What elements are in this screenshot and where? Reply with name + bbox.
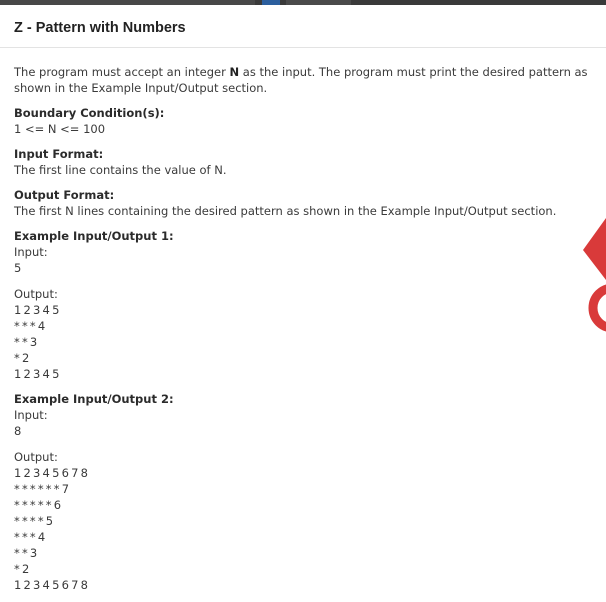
example-1-input-value: 5 bbox=[14, 261, 23, 275]
example-2-output-label: Output: bbox=[14, 450, 58, 464]
logo-circle-shape bbox=[588, 284, 606, 332]
example-1-input-label: Input: bbox=[14, 245, 48, 259]
boundary-condition-text: 1 <= N <= 100 bbox=[14, 122, 106, 136]
logo-diamond-shape bbox=[583, 218, 606, 280]
description-part-1: The program must accept an integer bbox=[14, 65, 230, 79]
boundary-condition-section: Boundary Condition(s): 1 <= N <= 100 bbox=[14, 105, 604, 137]
output-line: ******7 bbox=[14, 482, 72, 496]
output-format-section: Output Format: The first N lines contain… bbox=[14, 187, 604, 219]
output-line: 12345 bbox=[14, 303, 62, 317]
output-line: *2 bbox=[14, 562, 32, 576]
example-1-output-label: Output: bbox=[14, 287, 58, 301]
output-line: 12345 bbox=[14, 367, 62, 381]
output-line: ***4 bbox=[14, 530, 48, 544]
brand-logo-icon bbox=[583, 218, 606, 332]
example-2-output: 12345678 ******7 *****6 ****5 ***4 **3 *… bbox=[14, 465, 604, 593]
example-2-input-label: Input: bbox=[14, 408, 48, 422]
example-2-heading: Example Input/Output 2: bbox=[14, 392, 174, 406]
example-1-output: 12345 ***4 **3 *2 12345 bbox=[14, 302, 604, 382]
output-line: **3 bbox=[14, 335, 40, 349]
example-1: Example Input/Output 1: Input: 5 Output:… bbox=[14, 228, 604, 382]
output-line: 12345678 bbox=[14, 578, 91, 592]
top-toolbar-right bbox=[286, 0, 351, 5]
title-divider bbox=[0, 47, 606, 48]
output-line: ***4 bbox=[14, 319, 48, 333]
example-2-input-value: 8 bbox=[14, 424, 23, 438]
boundary-condition-heading: Boundary Condition(s): bbox=[14, 106, 165, 120]
output-format-heading: Output Format: bbox=[14, 188, 115, 202]
output-line: **3 bbox=[14, 546, 40, 560]
output-line: *****6 bbox=[14, 498, 64, 512]
output-line: *2 bbox=[14, 351, 32, 365]
output-format-text: The first N lines containing the desired… bbox=[14, 204, 557, 218]
problem-content: The program must accept an integer N as … bbox=[14, 64, 604, 602]
output-line: 12345678 bbox=[14, 466, 91, 480]
example-2: Example Input/Output 2: Input: 8 Output:… bbox=[14, 391, 604, 593]
top-toolbar-left bbox=[0, 0, 255, 5]
example-1-heading: Example Input/Output 1: bbox=[14, 229, 174, 243]
problem-description: The program must accept an integer N as … bbox=[14, 64, 604, 96]
output-line: ****5 bbox=[14, 514, 56, 528]
top-toolbar-accent bbox=[262, 0, 280, 5]
input-format-text: The first line contains the value of N. bbox=[14, 163, 227, 177]
input-format-heading: Input Format: bbox=[14, 147, 104, 161]
problem-title: Z - Pattern with Numbers bbox=[14, 20, 186, 36]
description-part-2-bold: N bbox=[229, 65, 240, 79]
input-format-section: Input Format: The first line contains th… bbox=[14, 146, 604, 178]
